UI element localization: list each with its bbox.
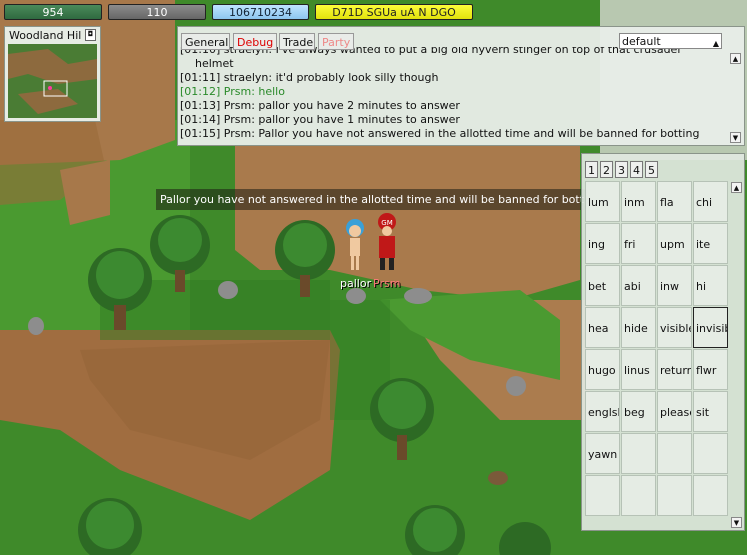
chat-channel-select[interactable]: default ▲ [619, 33, 722, 49]
shortcut-slot[interactable]: englsh [585, 391, 620, 432]
shortcut-slot[interactable]: fri [621, 223, 656, 264]
shortcut-slot[interactable]: ing [585, 223, 620, 264]
scroll-up-icon[interactable]: ▲ [730, 53, 741, 64]
tab-general[interactable]: General [181, 33, 230, 50]
minimap-window[interactable]: Woodland Hil ◘ [4, 26, 101, 122]
tab-trade[interactable]: Trade [279, 33, 315, 50]
tab-party[interactable]: Party [318, 33, 354, 50]
chat-scrollbar[interactable]: ▲ ▼ [730, 53, 741, 143]
chat-line: [01:11] straelyn: it'd probably look sil… [180, 71, 439, 84]
shortcut-slot[interactable]: invisibl [693, 307, 728, 348]
chat-line: [01:14] Prsm: pallor you have 1 minutes … [180, 113, 460, 126]
mp-value: 110 [146, 6, 168, 19]
shortcut-slot[interactable]: flwr [693, 349, 728, 390]
shortcut-slot[interactable]: inm [621, 181, 656, 222]
shortcut-slot[interactable]: please [657, 391, 692, 432]
minimap-view[interactable] [8, 44, 97, 118]
shortcut-slot[interactable]: hugo [585, 349, 620, 390]
shortcut-slot[interactable]: return [657, 349, 692, 390]
emote-shortcut-window[interactable]: 1 2 3 4 5 lum inm fla chi ing fri upm ite bet abi… [581, 153, 745, 531]
pin-icon[interactable]: ◘ [85, 29, 96, 41]
shortcut-slot[interactable]: beg [621, 391, 656, 432]
scroll-up-icon[interactable]: ▲ [731, 182, 742, 193]
scroll-down-icon[interactable]: ▼ [730, 132, 741, 143]
shortcut-slot[interactable]: hi [693, 265, 728, 306]
shortcut-tab-2[interactable]: 2 [600, 161, 613, 178]
shortcut-slot[interactable] [657, 433, 692, 474]
player-name-prsm: Prsm [373, 277, 401, 290]
chat-window[interactable]: [01:10] straelyn: I've always wanted to … [177, 26, 745, 146]
shortcut-slot[interactable] [693, 433, 728, 474]
shortcut-slot[interactable]: linus [621, 349, 656, 390]
shortcut-slot[interactable]: abi [621, 265, 656, 306]
chat-line: [01:13] Prsm: pallor you have 2 minutes … [180, 99, 460, 112]
gm-badge: GM [381, 219, 392, 227]
hp-bar: 954 [4, 4, 102, 20]
shortcut-slot[interactable]: upm [657, 223, 692, 264]
shortcut-slot[interactable]: visible [657, 307, 692, 348]
shortcut-tab-3[interactable]: 3 [615, 161, 628, 178]
shortcut-slot[interactable]: chi [693, 181, 728, 222]
system-message: Pallor you have not answered in the allo… [156, 189, 587, 210]
scroll-down-icon[interactable]: ▼ [731, 517, 742, 528]
shortcut-slot[interactable]: yawn [585, 433, 620, 474]
shortcut-slot[interactable]: bet [585, 265, 620, 306]
shortcut-tab-1[interactable]: 1 [585, 161, 598, 178]
chat-line: [01:12] Prsm: hello [180, 85, 285, 98]
shortcut-slot[interactable]: ite [693, 223, 728, 264]
chat-line: [01:15] Prsm: Pallor you have not answer… [180, 127, 700, 140]
shortcut-slot[interactable]: inw [657, 265, 692, 306]
chevron-up-icon: ▲ [712, 39, 719, 48]
xp-value: 106710234 [229, 6, 292, 19]
shortcut-slot[interactable]: hide [621, 307, 656, 348]
chat-channel-value: default [622, 35, 661, 48]
shortcut-slot[interactable] [621, 475, 656, 516]
shortcut-slot[interactable]: lum [585, 181, 620, 222]
shortcut-slot[interactable] [657, 475, 692, 516]
job-value: D71D SGUa uA N DGO [332, 6, 456, 19]
chat-line: helmet [195, 57, 234, 70]
mp-bar: 110 [108, 4, 206, 20]
shortcut-slot[interactable]: hea [585, 307, 620, 348]
gm-prsm[interactable]: GM [375, 212, 399, 274]
tab-debug[interactable]: Debug [233, 33, 277, 50]
xp-bar: 106710234 [212, 4, 309, 20]
player-name-pallor: pallor [340, 277, 372, 290]
shortcut-slot[interactable] [585, 475, 620, 516]
shortcut-slot[interactable]: sit [693, 391, 728, 432]
shortcut-tab-4[interactable]: 4 [630, 161, 643, 178]
player-pallor[interactable] [345, 218, 365, 274]
shortcut-slot[interactable]: fla [657, 181, 692, 222]
job-bar: D71D SGUa uA N DGO [315, 4, 473, 20]
shortcut-slot[interactable] [693, 475, 728, 516]
shortcut-slot[interactable] [621, 433, 656, 474]
chat-log: [01:10] straelyn: I've always wanted to … [180, 47, 726, 143]
shortcut-scrollbar[interactable]: ▲ ▼ [731, 182, 742, 528]
hp-value: 954 [42, 6, 64, 19]
shortcut-tab-5[interactable]: 5 [645, 161, 658, 178]
minimap-title: Woodland Hil [9, 29, 82, 42]
